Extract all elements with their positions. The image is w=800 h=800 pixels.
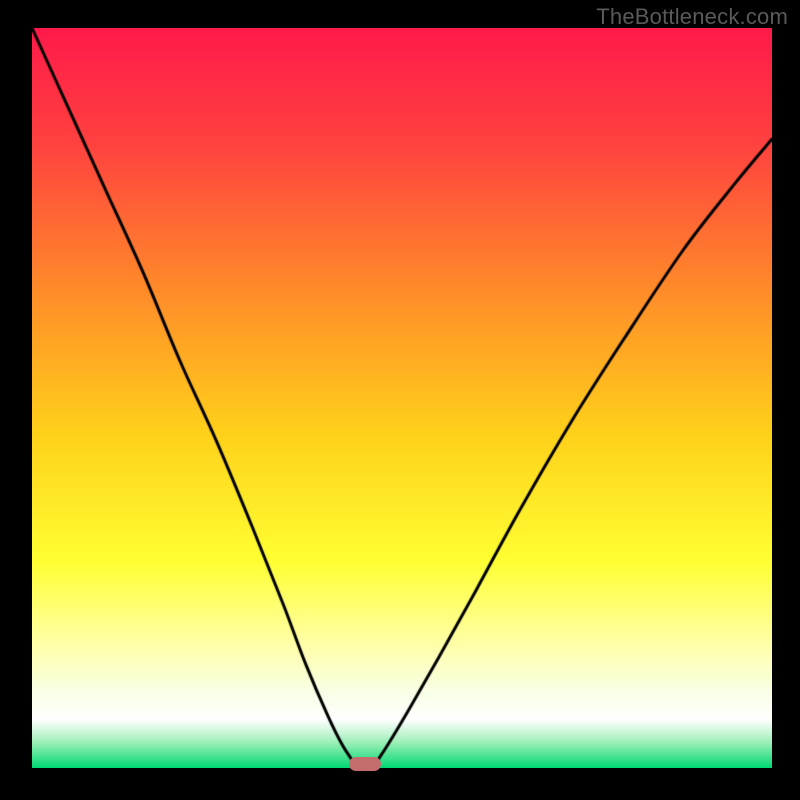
bottleneck-chart-canvas bbox=[32, 28, 772, 768]
optimal-point-marker bbox=[349, 757, 381, 771]
plot-frame bbox=[32, 28, 772, 768]
watermark-text: TheBottleneck.com bbox=[596, 4, 788, 30]
chart-root: TheBottleneck.com bbox=[0, 0, 800, 800]
